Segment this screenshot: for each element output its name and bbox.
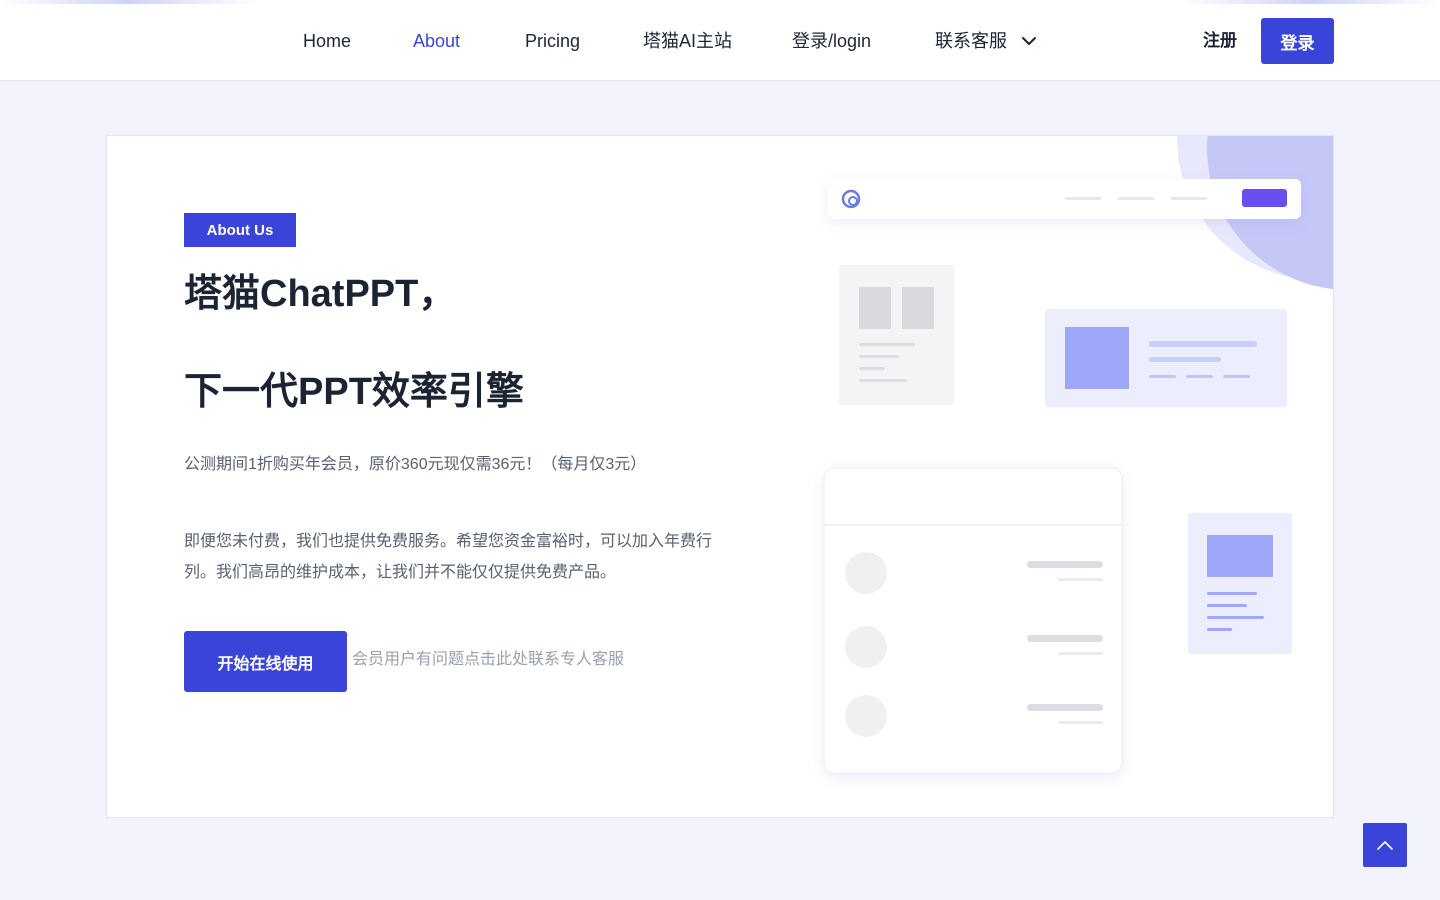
mock-image — [902, 287, 934, 329]
back-to-top-button[interactable] — [1363, 823, 1407, 867]
mock-avatar — [845, 626, 887, 668]
mock-avatar — [845, 552, 887, 594]
nav-contact-support[interactable]: 联系客服 — [935, 30, 1007, 52]
mock-line — [859, 355, 899, 358]
header-decoration — [1180, 0, 1440, 4]
mock-line — [1207, 604, 1247, 607]
mock-line — [1207, 616, 1264, 619]
mock-image — [1207, 535, 1273, 577]
mock-line — [1149, 375, 1176, 378]
mock-doc-card — [839, 265, 954, 405]
site-header: Home About Pricing 塔猫AI主站 登录/login 联系客服 … — [0, 0, 1440, 81]
mock-line — [1027, 561, 1103, 568]
chevron-down-icon[interactable] — [1020, 34, 1038, 48]
about-hero-card: About Us 塔猫ChatPPT， 下一代PPT效率引擎 公测期间1折购买年… — [106, 135, 1334, 818]
chevron-up-icon — [1377, 841, 1393, 850]
hero-description: 即便您未付费，我们也提供免费服务。希望您资金富裕时，可以加入年费行列。我们高昂的… — [184, 533, 713, 581]
decorative-circle — [1177, 136, 1333, 280]
signup-link[interactable]: 注册 — [1203, 30, 1237, 52]
mock-button — [1242, 189, 1287, 207]
start-online-button[interactable]: 开始在线使用 — [184, 631, 347, 692]
mock-feature-card — [1045, 309, 1287, 407]
header-decoration — [0, 0, 258, 4]
mock-line — [1065, 197, 1101, 200]
mock-line — [1058, 721, 1103, 724]
mock-line — [859, 379, 907, 382]
mock-line — [1027, 635, 1103, 642]
mock-line — [1149, 357, 1221, 362]
nav-about[interactable]: About — [413, 30, 460, 52]
mock-line — [1223, 375, 1250, 378]
mock-line — [1118, 197, 1154, 200]
mock-logo-icon — [848, 196, 858, 206]
decorative-circle — [1207, 136, 1333, 290]
mock-line — [1207, 628, 1232, 631]
mock-avatar — [845, 695, 887, 737]
mock-line — [1186, 375, 1213, 378]
nav-pricing[interactable]: Pricing — [525, 30, 580, 52]
hero-title-line2: 下一代PPT效率引擎 — [184, 371, 524, 413]
mock-side-card — [1188, 513, 1292, 654]
nav-login[interactable]: 登录/login — [792, 30, 871, 52]
mock-line — [1058, 578, 1103, 581]
mock-navbar — [828, 179, 1301, 219]
promo-text: 公测期间1折购买年会员，原价360元现仅需36元！（每月仅3元） — [184, 456, 647, 473]
mock-line — [1171, 197, 1207, 200]
about-us-badge: About Us — [184, 213, 296, 247]
mock-image — [859, 287, 891, 329]
hero-title-line1: 塔猫ChatPPT， — [184, 273, 457, 315]
mock-line — [1149, 341, 1257, 347]
mock-image — [1065, 327, 1129, 389]
mock-line — [859, 343, 915, 346]
mock-line — [859, 367, 885, 370]
mock-logo-icon — [841, 189, 861, 209]
nav-home[interactable]: Home — [303, 30, 351, 52]
mock-line — [1027, 704, 1103, 711]
mock-line — [1058, 652, 1103, 655]
mock-line — [1207, 592, 1257, 595]
support-contact-link[interactable]: 会员用户有问题点击此处联系专人客服 — [352, 649, 624, 671]
login-button[interactable]: 登录 — [1261, 18, 1334, 64]
nav-main-site[interactable]: 塔猫AI主站 — [643, 30, 732, 52]
mock-list-card — [823, 467, 1123, 774]
